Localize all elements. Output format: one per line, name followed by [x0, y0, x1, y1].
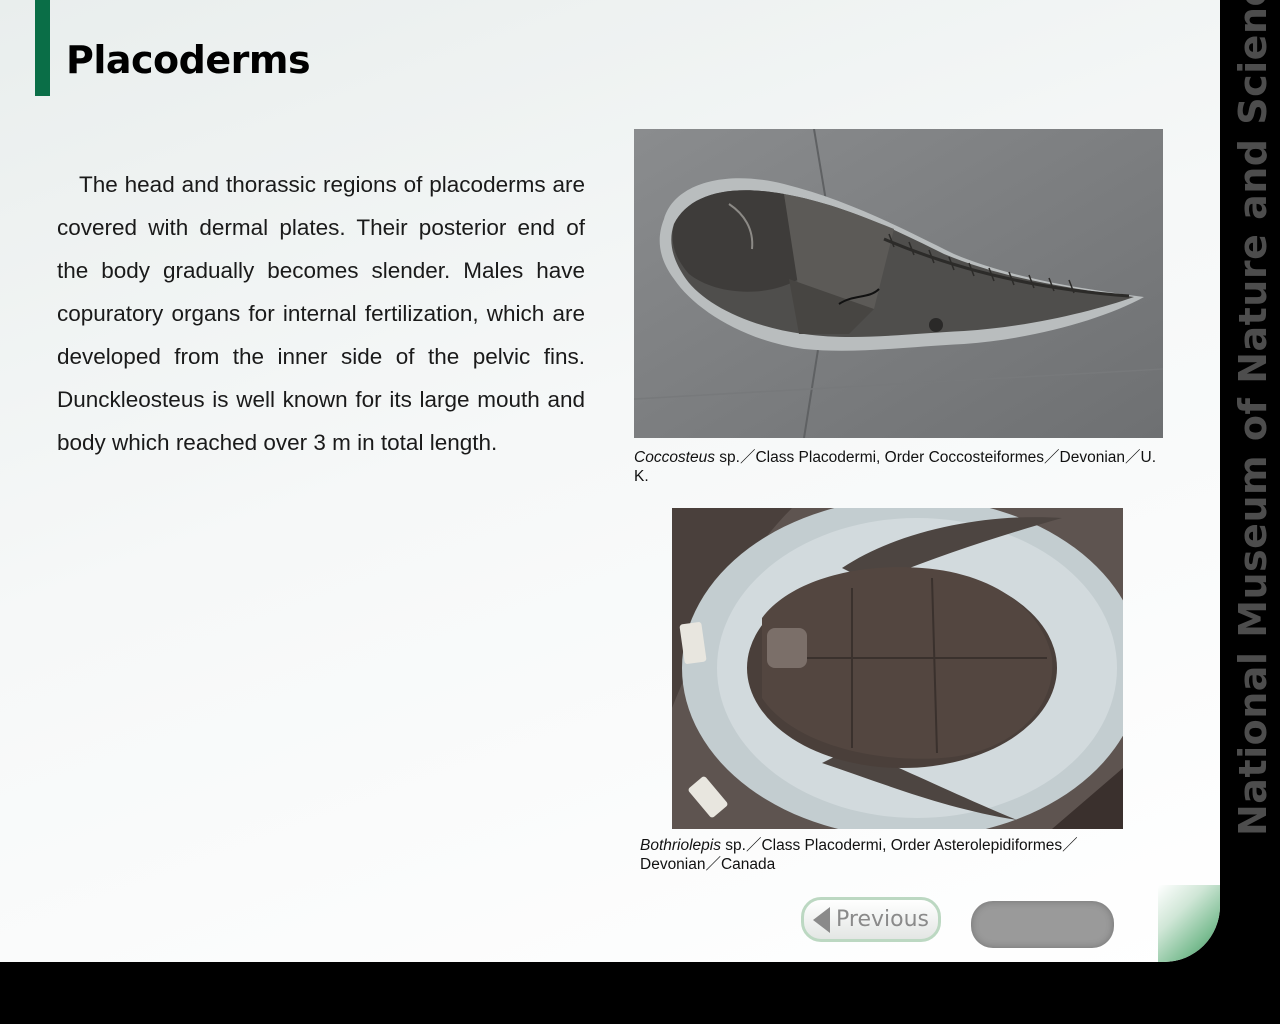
page-panel: Placoderms The head and thorassic region…: [0, 0, 1220, 962]
page-title: Placoderms: [66, 38, 311, 82]
next-button-disabled[interactable]: [971, 901, 1114, 948]
coccosteus-caption: Coccosteus sp.／Class Placodermi, Order C…: [634, 448, 1174, 486]
previous-button-label: Previous: [836, 907, 929, 932]
page-curl-decoration: [1158, 885, 1220, 962]
previous-button[interactable]: Previous: [801, 897, 941, 942]
bothriolepis-fossil-illustration: [672, 508, 1123, 829]
bothriolepis-photo: [672, 508, 1123, 829]
arrow-left-icon: [813, 906, 830, 933]
coccosteus-fossil-illustration: [634, 129, 1163, 438]
museum-side-banner: National Museum of Nature and Science: [1231, 0, 1275, 836]
bothriolepis-species-name: Bothriolepis: [640, 837, 721, 854]
coccosteus-species-name: Coccosteus: [634, 449, 715, 466]
body-paragraph: The head and thorassic regions of placod…: [57, 172, 585, 455]
title-accent-bar: [35, 0, 50, 96]
coccosteus-photo: [634, 129, 1163, 438]
bothriolepis-caption: Bothriolepis sp.／Class Placodermi, Order…: [640, 836, 1140, 874]
